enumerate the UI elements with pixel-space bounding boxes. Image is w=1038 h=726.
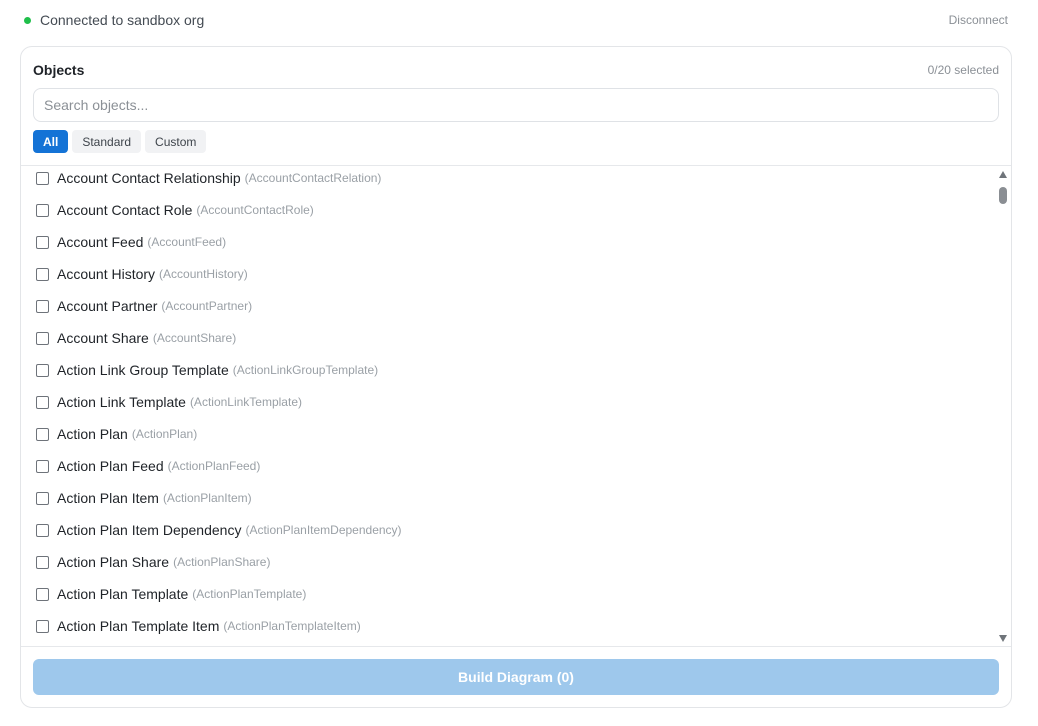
selected-count: 0/20 selected xyxy=(927,63,999,77)
filter-all-button[interactable]: All xyxy=(33,130,69,153)
object-api-name: (ActionLinkGroupTemplate) xyxy=(232,363,379,377)
objects-panel-header: Objects 0/20 selected xyxy=(33,61,999,79)
checkbox[interactable] xyxy=(36,459,49,473)
object-api-name: (AccountContactRelation) xyxy=(244,171,382,185)
object-api-name: (ActionPlanShare) xyxy=(173,555,271,569)
connection-status-bar: Connected to sandbox org Disconnect xyxy=(24,10,1008,30)
object-type-filters: All Standard Custom xyxy=(33,130,207,153)
connection-status: Connected to sandbox org xyxy=(24,12,204,28)
object-api-name: (ActionLinkTemplate) xyxy=(189,395,302,409)
object-api-name: (AccountFeed) xyxy=(147,235,227,249)
object-label: Action Plan Template Item xyxy=(57,618,220,634)
list-item[interactable]: Account Partner (AccountPartner) xyxy=(36,296,252,316)
checkbox[interactable] xyxy=(36,203,49,217)
panel-title: Objects xyxy=(33,62,85,78)
object-label: Action Plan xyxy=(57,426,128,442)
object-label: Action Plan Template xyxy=(57,586,189,602)
list-item[interactable]: Account History (AccountHistory) xyxy=(36,264,248,284)
objects-panel: Objects 0/20 selected All Standard Custo… xyxy=(20,46,1012,708)
object-label: Action Link Group Template xyxy=(57,362,229,378)
checkbox[interactable] xyxy=(36,299,49,313)
list-item[interactable]: Action Link Template (ActionLinkTemplate) xyxy=(36,392,302,412)
object-label: Action Plan Item xyxy=(57,490,159,506)
checkbox[interactable] xyxy=(36,427,49,441)
scrollbar-thumb[interactable] xyxy=(999,187,1007,204)
filter-custom-button[interactable]: Custom xyxy=(145,130,207,153)
build-diagram-button[interactable]: Build Diagram (0) xyxy=(33,659,999,695)
scroll-up-arrow-icon[interactable] xyxy=(999,171,1007,178)
object-api-name: (ActionPlanItem) xyxy=(162,491,252,505)
object-label: Action Plan Feed xyxy=(57,458,164,474)
connected-status-dot-icon xyxy=(24,16,31,24)
object-api-name: (AccountHistory) xyxy=(159,267,248,281)
object-api-name: (AccountShare) xyxy=(152,331,237,345)
checkbox[interactable] xyxy=(36,267,49,281)
object-label: Account Share xyxy=(57,330,149,346)
disconnect-link[interactable]: Disconnect xyxy=(949,13,1008,27)
object-label: Account History xyxy=(57,266,156,282)
object-label: Account Feed xyxy=(57,234,144,250)
list-item[interactable]: Action Plan (ActionPlan) xyxy=(36,424,197,444)
objects-list[interactable]: Account Contact Relationship (AccountCont… xyxy=(21,166,1011,646)
checkbox[interactable] xyxy=(36,171,49,185)
list-item[interactable]: Action Plan Item (ActionPlanItem) xyxy=(36,488,252,508)
list-item[interactable]: Action Link Group Template (ActionLinkGro… xyxy=(36,360,378,380)
object-label: Account Partner xyxy=(57,298,158,314)
list-item[interactable]: Action Plan Share (ActionPlanShare) xyxy=(36,552,270,572)
filter-standard-button[interactable]: Standard xyxy=(72,130,142,153)
checkbox[interactable] xyxy=(36,395,49,409)
list-item[interactable]: Action Plan Item Dependency (ActionPlanIt… xyxy=(36,520,402,540)
checkbox[interactable] xyxy=(36,491,49,505)
checkbox[interactable] xyxy=(36,523,49,537)
list-item[interactable]: Action Plan Template Item (ActionPlanTemp… xyxy=(36,616,361,636)
object-label: Action Plan Share xyxy=(57,554,170,570)
list-item[interactable]: Account Contact Relationship (AccountCont… xyxy=(36,168,381,188)
object-api-name: (ActionPlanTemplate) xyxy=(192,587,307,601)
connection-status-text: Connected to sandbox org xyxy=(40,12,205,28)
object-api-name: (ActionPlan) xyxy=(131,427,198,441)
object-api-name: (ActionPlanTemplateItem) xyxy=(223,619,361,633)
checkbox[interactable] xyxy=(36,619,49,633)
list-item[interactable]: Action Plan Feed (ActionPlanFeed) xyxy=(36,456,260,476)
object-api-name: (AccountContactRole) xyxy=(196,203,314,217)
checkbox[interactable] xyxy=(36,363,49,377)
object-label: Action Plan Item Dependency xyxy=(57,522,242,538)
list-item[interactable]: Account Share (AccountShare) xyxy=(36,328,236,348)
object-label: Account Contact Relationship xyxy=(57,170,241,186)
object-label: Account Contact Role xyxy=(57,202,193,218)
object-api-name: (ActionPlanItemDependency) xyxy=(245,523,402,537)
search-objects-input[interactable] xyxy=(33,88,999,122)
checkbox[interactable] xyxy=(36,587,49,601)
list-bottom-divider xyxy=(21,646,1011,647)
list-item[interactable]: Action Plan Template (ActionPlanTemplate) xyxy=(36,584,306,604)
object-api-name: (ActionPlanFeed) xyxy=(167,459,261,473)
checkbox[interactable] xyxy=(36,235,49,249)
object-label: Action Link Template xyxy=(57,394,186,410)
checkbox[interactable] xyxy=(36,555,49,569)
scroll-down-arrow-icon[interactable] xyxy=(999,635,1007,642)
checkbox[interactable] xyxy=(36,331,49,345)
list-item[interactable]: Account Contact Role (AccountContactRole) xyxy=(36,200,314,220)
list-item[interactable]: Account Feed (AccountFeed) xyxy=(36,232,226,252)
object-api-name: (AccountPartner) xyxy=(161,299,253,313)
